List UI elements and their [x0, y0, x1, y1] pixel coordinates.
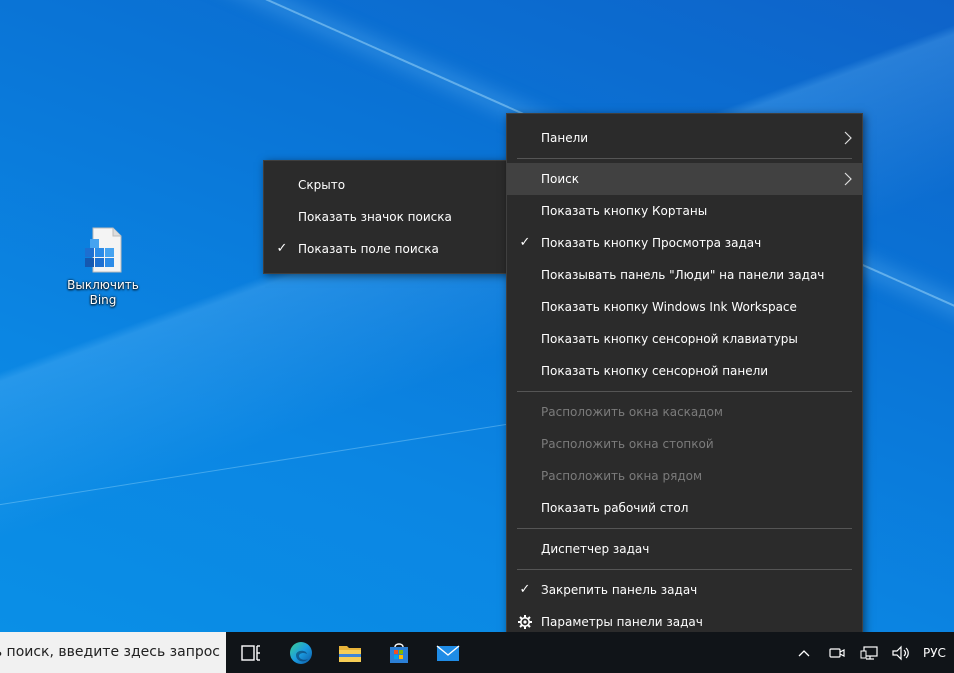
menu-item-label: Показать кнопку Просмотра задач: [541, 236, 762, 250]
menu-item-label: Расположить окна рядом: [541, 469, 703, 483]
store-icon[interactable]: [386, 640, 412, 666]
menu-separator: [517, 391, 852, 392]
menu-item-show-task-view[interactable]: ✓ Показать кнопку Просмотра задач: [507, 227, 862, 259]
menu-item-label: Показать рабочий стол: [541, 501, 689, 515]
task-view-icon[interactable]: [238, 640, 264, 666]
submenu-item-label: Показать поле поиска: [298, 242, 439, 256]
chevron-up-icon[interactable]: [797, 643, 811, 663]
checkmark-icon: ✓: [519, 235, 531, 250]
taskbar-context-menu: Панели Поиск Показать кнопку Кортаны ✓ П…: [506, 113, 863, 648]
desktop-shortcut[interactable]: Выключить Bing: [66, 226, 140, 308]
meet-now-icon[interactable]: [828, 643, 846, 663]
menu-item-label: Диспетчер задач: [541, 542, 650, 556]
file-explorer-icon[interactable]: [337, 640, 363, 666]
menu-separator: [517, 158, 852, 159]
menu-separator: [517, 569, 852, 570]
checkmark-icon: ✓: [276, 241, 288, 256]
menu-separator: [517, 528, 852, 529]
menu-item-show-desktop[interactable]: Показать рабочий стол: [507, 492, 862, 524]
submenu-item-label: Скрыто: [298, 178, 346, 192]
taskbar: ать поиск, введите здесь запрос РУС: [0, 632, 954, 673]
menu-item-lock-taskbar[interactable]: ✓ Закрепить панель задач: [507, 574, 862, 606]
menu-item-label: Закрепить панель задач: [541, 583, 698, 597]
mail-icon[interactable]: [435, 640, 461, 666]
submenu-item-show-search-icon[interactable]: Показать значок поиска: [264, 201, 509, 233]
menu-item-label: Показывать панель "Люди" на панели задач: [541, 268, 825, 282]
submenu-item-hidden[interactable]: Скрыто: [264, 169, 509, 201]
network-icon[interactable]: [860, 643, 880, 663]
desktop-shortcut-label: Выключить Bing: [67, 278, 139, 307]
menu-item-show-touchpad[interactable]: Показать кнопку сенсорной панели: [507, 355, 862, 387]
language-indicator[interactable]: РУС: [923, 643, 946, 663]
menu-item-label: Параметры панели задач: [541, 615, 703, 629]
chevron-right-icon: [844, 131, 852, 145]
taskbar-search-box[interactable]: ать поиск, введите здесь запрос: [0, 632, 226, 673]
menu-item-label: Показать кнопку сенсорной клавиатуры: [541, 332, 798, 346]
search-submenu: Скрыто Показать значок поиска ✓ Показать…: [263, 160, 510, 274]
search-placeholder: ать поиск, введите здесь запрос: [0, 644, 220, 660]
volume-icon[interactable]: [890, 643, 912, 663]
menu-item-label: Панели: [541, 131, 589, 145]
checkmark-icon: ✓: [519, 582, 531, 597]
menu-item-label: Расположить окна каскадом: [541, 405, 723, 419]
menu-item-label: Показать кнопку Windows Ink Workspace: [541, 300, 797, 314]
menu-item-stack: Расположить окна стопкой: [507, 428, 862, 460]
menu-item-show-touch-keyboard[interactable]: Показать кнопку сенсорной клавиатуры: [507, 323, 862, 355]
menu-item-cascade: Расположить окна каскадом: [507, 396, 862, 428]
menu-item-show-ink-workspace[interactable]: Показать кнопку Windows Ink Workspace: [507, 291, 862, 323]
submenu-item-show-search-box[interactable]: ✓ Показать поле поиска: [264, 233, 509, 265]
submenu-item-label: Показать значок поиска: [298, 210, 452, 224]
chevron-right-icon: [844, 172, 852, 186]
menu-item-task-manager[interactable]: Диспетчер задач: [507, 533, 862, 565]
menu-item-search[interactable]: Поиск: [507, 163, 862, 195]
menu-item-show-cortana[interactable]: Показать кнопку Кортаны: [507, 195, 862, 227]
menu-item-label: Показать кнопку сенсорной панели: [541, 364, 769, 378]
menu-item-show-people[interactable]: Показывать панель "Люди" на панели задач: [507, 259, 862, 291]
edge-icon[interactable]: [288, 640, 314, 666]
menu-item-label: Расположить окна стопкой: [541, 437, 714, 451]
menu-item-label: Поиск: [541, 172, 580, 186]
registry-file-icon: [79, 226, 127, 274]
menu-item-toolbars[interactable]: Панели: [507, 122, 862, 154]
gear-icon: [518, 615, 532, 629]
menu-item-label: Показать кнопку Кортаны: [541, 204, 708, 218]
menu-item-side-by-side: Расположить окна рядом: [507, 460, 862, 492]
